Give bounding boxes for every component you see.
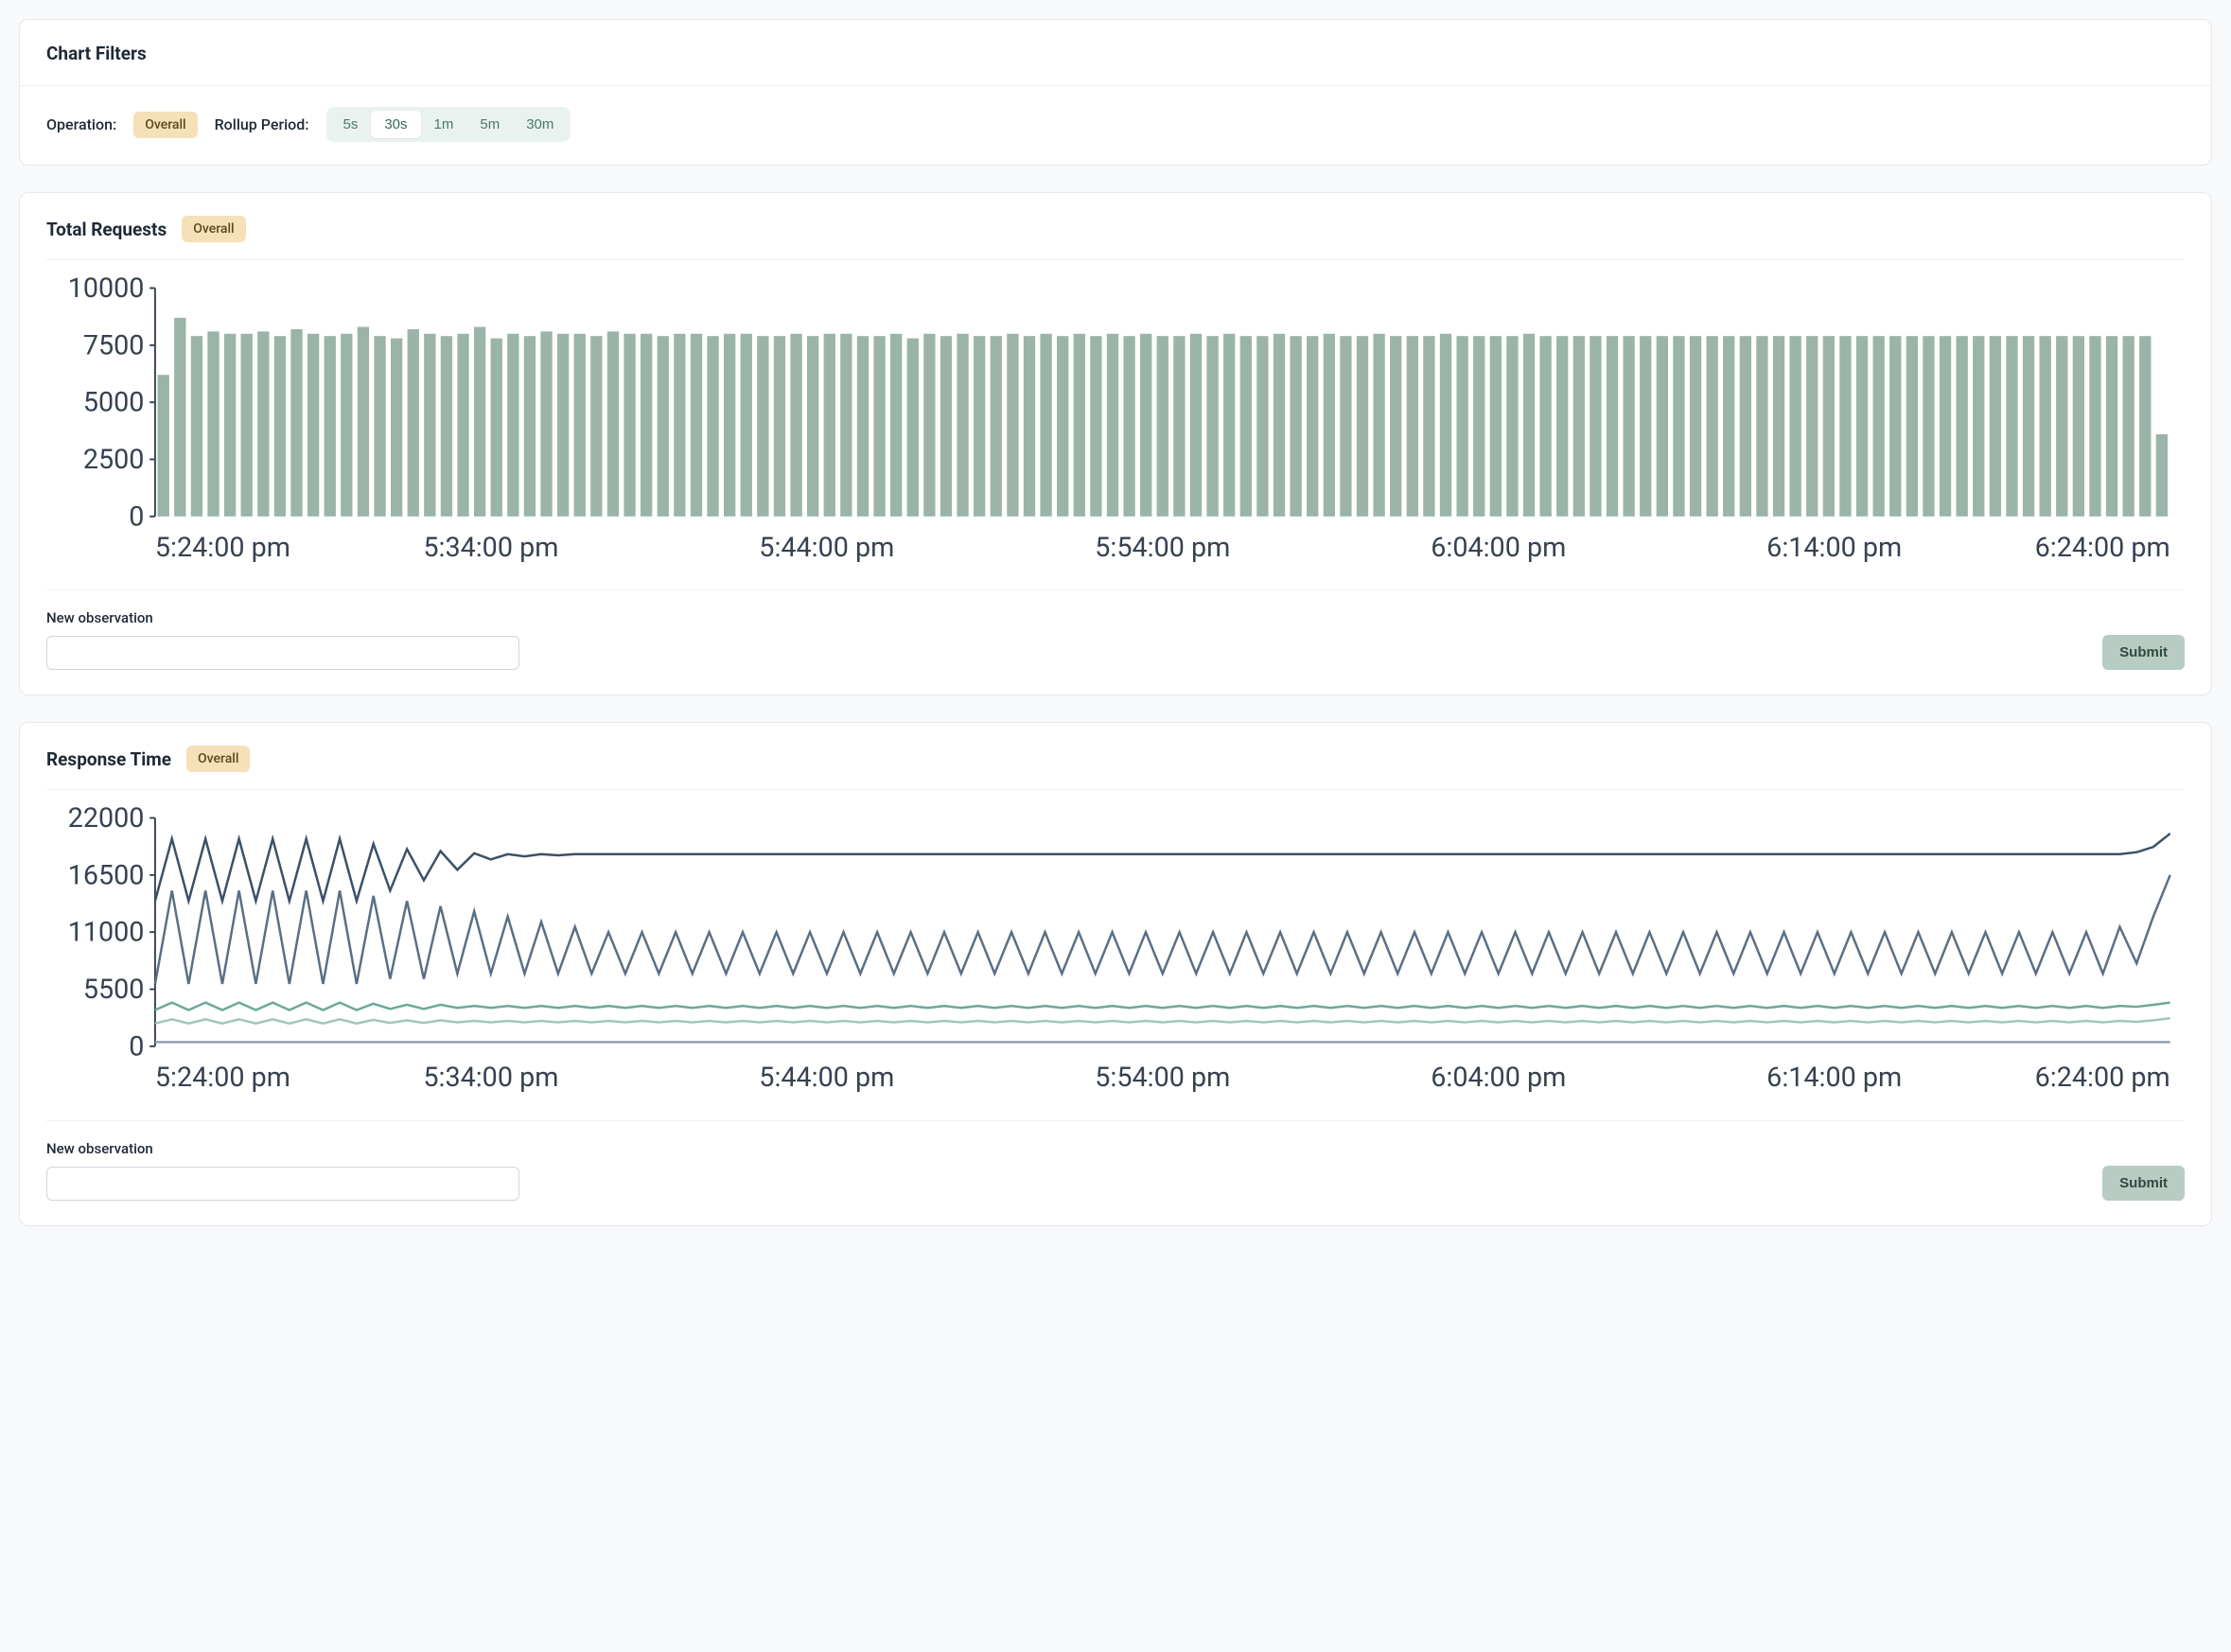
svg-text:5:44:00 pm: 5:44:00 pm	[759, 1062, 894, 1094]
total-requests-chart: 0 2500 5000 7500 10000 5:24:00 pm 5:34:00 pm 5:…	[20, 260, 2211, 574]
svg-text:5:24:00 pm: 5:24:00 pm	[155, 532, 290, 564]
svg-text:5:54:00 pm: 5:54:00 pm	[1095, 1062, 1230, 1094]
observation-section: New observation Submit	[46, 1120, 2185, 1225]
rollup-label: Rollup Period:	[215, 115, 309, 133]
observation-section: New observation Submit	[46, 589, 2185, 694]
rollup-option-5s[interactable]: 5s	[330, 111, 372, 138]
rollup-option-1m[interactable]: 1m	[421, 111, 467, 138]
svg-text:22000: 22000	[68, 807, 145, 835]
observation-label: New observation	[46, 609, 519, 626]
card-title: Response Time	[46, 748, 171, 770]
svg-text:5000: 5000	[83, 387, 145, 419]
observation-input[interactable]	[46, 1167, 519, 1201]
svg-text:11000: 11000	[68, 917, 145, 949]
total-requests-card: Total Requests Overall 0 2500 5000 7500 1000…	[19, 192, 2212, 695]
rollup-option-5m[interactable]: 5m	[466, 111, 513, 138]
svg-text:2500: 2500	[83, 444, 145, 476]
svg-text:0: 0	[129, 501, 144, 533]
svg-text:6:24:00 pm: 6:24:00 pm	[2035, 1062, 2170, 1094]
card-title: Total Requests	[46, 219, 167, 240]
card-header: Chart Filters	[20, 20, 2211, 81]
svg-text:5:24:00 pm: 5:24:00 pm	[155, 1062, 290, 1094]
operation-badge: Overall	[182, 216, 245, 242]
svg-text:6:04:00 pm: 6:04:00 pm	[1431, 532, 1566, 564]
response-time-card: Response Time Overall 0 5500 11000 16500 220…	[19, 722, 2212, 1225]
svg-text:6:14:00 pm: 6:14:00 pm	[1766, 532, 1902, 564]
svg-text:5500: 5500	[83, 974, 145, 1006]
svg-text:7500: 7500	[83, 329, 145, 361]
filters-row: Operation: Overall Rollup Period: 5s30s1…	[20, 85, 2211, 165]
svg-text:0: 0	[129, 1031, 144, 1063]
observation-label: New observation	[46, 1140, 519, 1157]
chart-filters-card: Chart Filters Operation: Overall Rollup …	[19, 19, 2212, 166]
operation-badge[interactable]: Overall	[133, 112, 197, 138]
response-time-chart: 0 5500 11000 16500 22000 5:24:00 pm 5:34:00 pm…	[20, 790, 2211, 1104]
svg-text:5:34:00 pm: 5:34:00 pm	[423, 1062, 558, 1094]
svg-text:5:44:00 pm: 5:44:00 pm	[759, 532, 894, 564]
card-title: Chart Filters	[46, 43, 147, 64]
rollup-option-30m[interactable]: 30m	[513, 111, 567, 138]
card-header: Response Time Overall	[20, 723, 2211, 789]
rollup-option-30s[interactable]: 30s	[371, 111, 420, 138]
operation-label: Operation:	[46, 115, 116, 133]
submit-button[interactable]: Submit	[2102, 1166, 2185, 1201]
svg-text:5:34:00 pm: 5:34:00 pm	[423, 532, 558, 564]
rollup-segmented-control: 5s30s1m5m30m	[326, 107, 571, 142]
observation-input[interactable]	[46, 636, 519, 670]
svg-text:6:24:00 pm: 6:24:00 pm	[2035, 532, 2170, 564]
svg-text:10000: 10000	[68, 277, 145, 305]
svg-text:5:54:00 pm: 5:54:00 pm	[1095, 532, 1230, 564]
card-header: Total Requests Overall	[20, 193, 2211, 259]
svg-text:6:14:00 pm: 6:14:00 pm	[1766, 1062, 1902, 1094]
submit-button[interactable]: Submit	[2102, 635, 2185, 670]
svg-text:16500: 16500	[68, 860, 145, 892]
svg-text:6:04:00 pm: 6:04:00 pm	[1431, 1062, 1566, 1094]
operation-badge: Overall	[186, 746, 250, 772]
